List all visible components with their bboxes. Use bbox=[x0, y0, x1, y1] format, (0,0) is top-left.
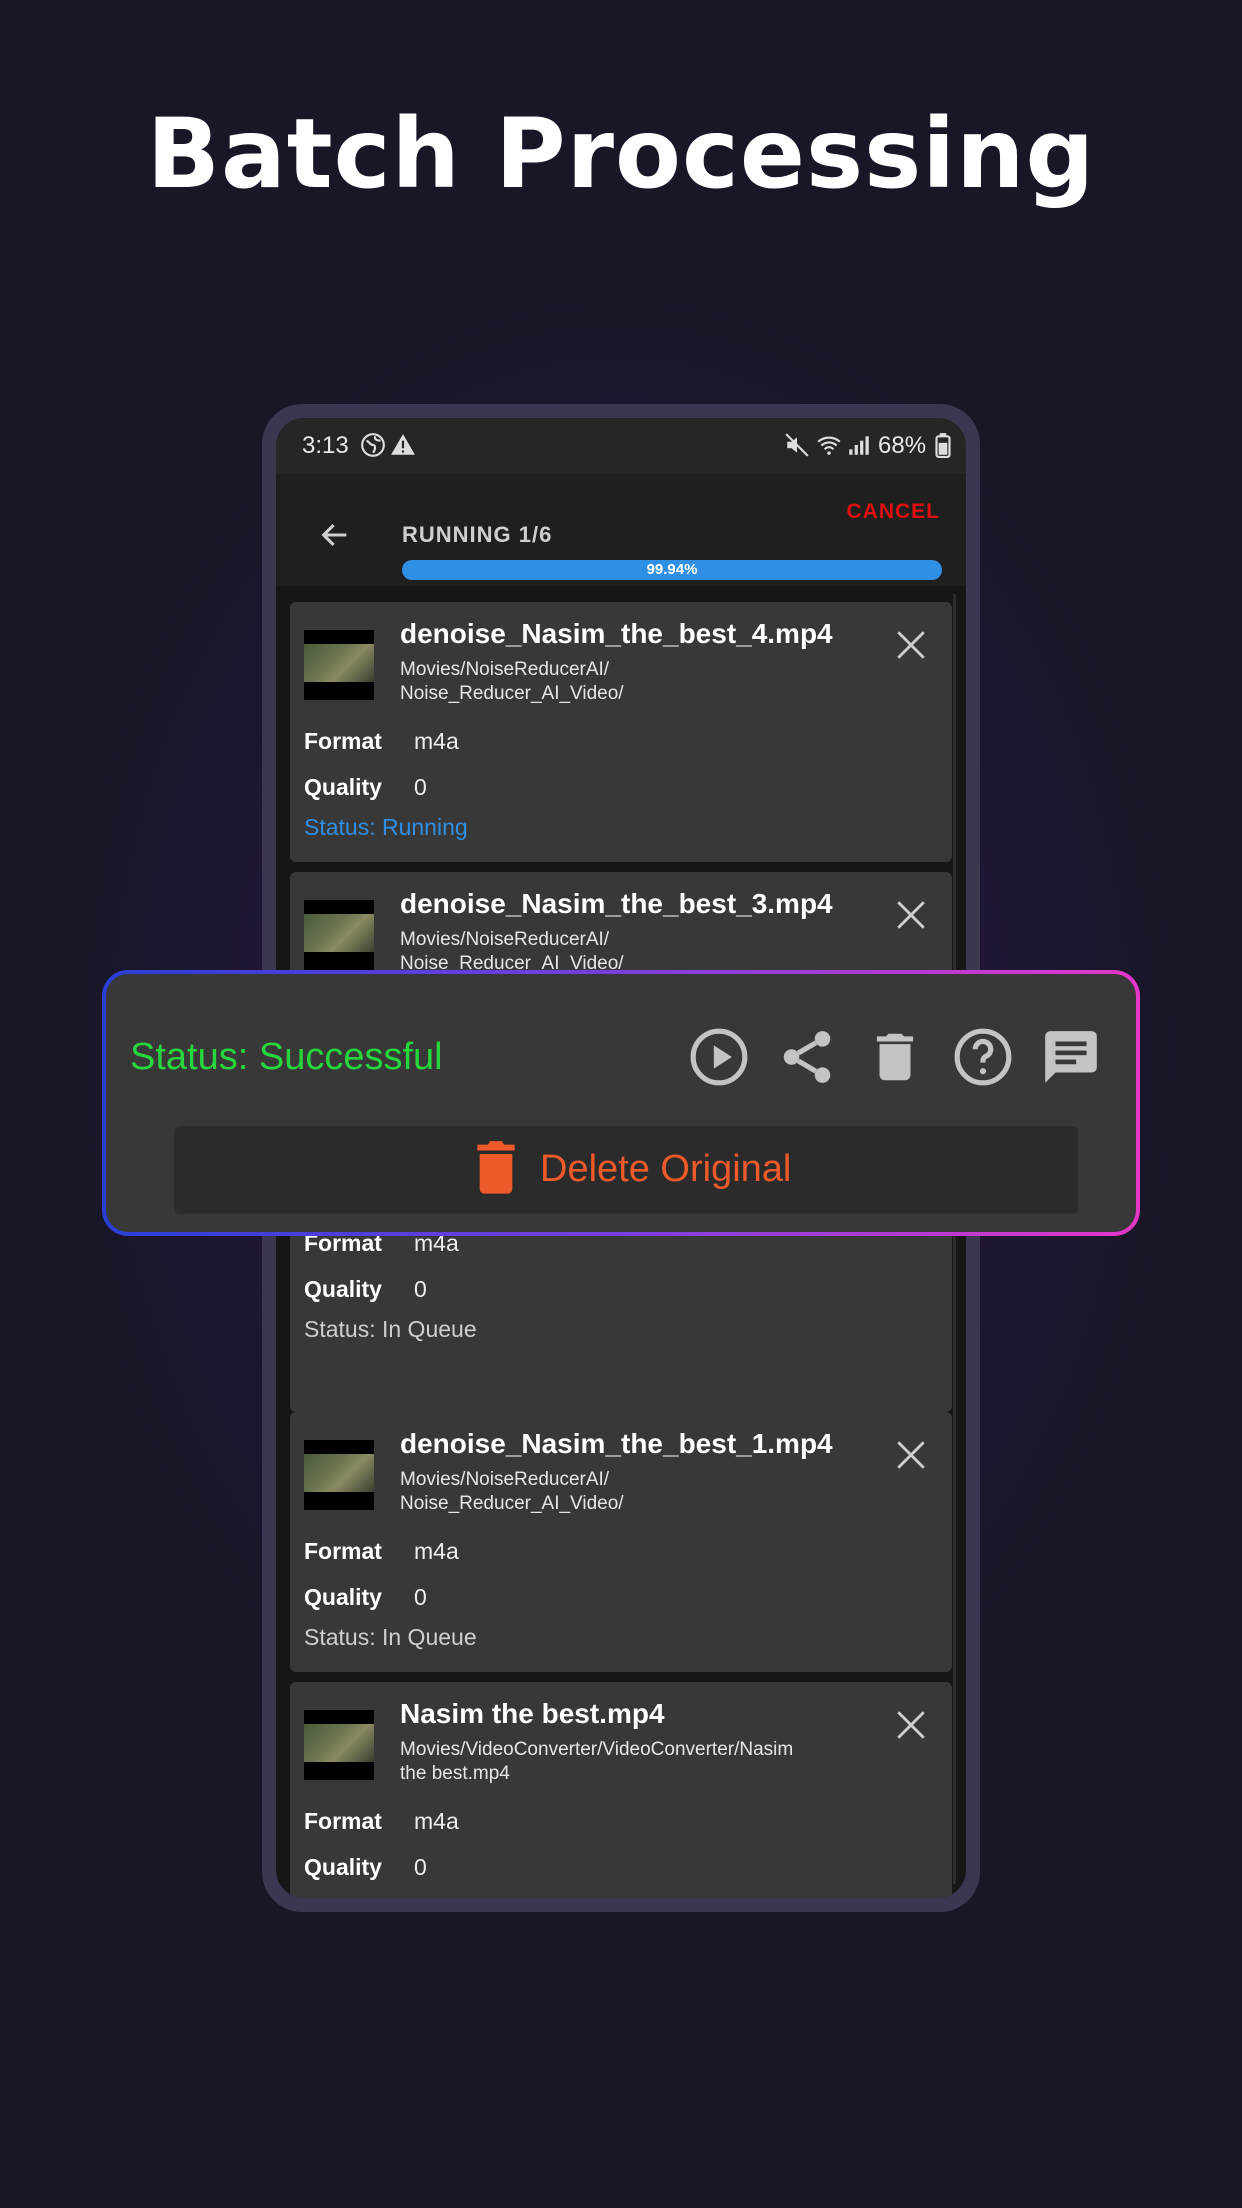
cancel-button[interactable]: CANCEL bbox=[847, 500, 941, 524]
delete-original-button[interactable]: Delete Original bbox=[174, 1126, 1078, 1214]
help-icon[interactable] bbox=[952, 1026, 1014, 1088]
close-icon[interactable] bbox=[894, 1708, 928, 1742]
status-time: 3:13 bbox=[302, 432, 349, 459]
back-arrow-icon[interactable] bbox=[318, 518, 352, 552]
result-panel-body: Status: Successful Delete Original bbox=[106, 974, 1136, 1232]
format-value: m4a bbox=[414, 1538, 459, 1564]
quality-label: Quality bbox=[304, 1854, 382, 1880]
quality-value: 0 bbox=[414, 1854, 427, 1880]
quality-value: 0 bbox=[414, 774, 427, 800]
file-path: Movies/VideoConverter/VideoConverter/Nas… bbox=[400, 1739, 794, 1784]
quality-label: Quality bbox=[304, 1584, 382, 1610]
format-value: m4a bbox=[414, 728, 459, 754]
app-bar: RUNNING 1/6 CANCEL 99.94% bbox=[276, 474, 966, 586]
delete-original-label: Delete Original bbox=[540, 1148, 792, 1190]
result-panel: Status: Successful Delete Original bbox=[102, 970, 1140, 1236]
play-icon[interactable] bbox=[688, 1026, 750, 1088]
page-headline: Batch Processing bbox=[146, 98, 1096, 210]
trash-icon bbox=[477, 1141, 515, 1194]
quality-value: 0 bbox=[414, 1584, 427, 1610]
video-thumbnail bbox=[304, 1440, 374, 1510]
message-icon[interactable] bbox=[1040, 1026, 1102, 1088]
quality-label: Quality bbox=[304, 774, 382, 800]
running-title: RUNNING 1/6 bbox=[402, 522, 553, 547]
close-icon[interactable] bbox=[894, 628, 928, 662]
format-label: Format bbox=[304, 728, 382, 754]
status-text: Status: In Queue bbox=[304, 1624, 477, 1650]
file-path: Movies/NoiseReducerAI/ Noise_Reducer_AI_… bbox=[400, 929, 624, 974]
close-icon[interactable] bbox=[894, 1438, 928, 1472]
wifi-icon bbox=[817, 436, 841, 455]
video-thumbnail bbox=[304, 630, 374, 700]
file-path: Movies/NoiseReducerAI/ Noise_Reducer_AI_… bbox=[400, 1469, 624, 1514]
file-name: denoise_Nasim_the_best_1.mp4 bbox=[400, 1428, 833, 1459]
file-name: denoise_Nasim_the_best_3.mp4 bbox=[400, 888, 833, 919]
progress-text: 99.94% bbox=[646, 561, 698, 578]
list-item: Nasim the best.mp4 Movies/VideoConverter… bbox=[290, 1682, 952, 1898]
file-name: denoise_Nasim_the_best_4.mp4 bbox=[400, 618, 833, 649]
scrollbar[interactable] bbox=[953, 594, 956, 1884]
format-label: Format bbox=[304, 1808, 382, 1834]
batch-progress-bar: 99.94% bbox=[402, 560, 942, 580]
close-icon[interactable] bbox=[894, 898, 928, 932]
format-label: Format bbox=[304, 1538, 382, 1564]
quality-value: 0 bbox=[414, 1276, 427, 1302]
file-name: Nasim the best.mp4 bbox=[400, 1698, 665, 1729]
trash-icon[interactable] bbox=[864, 1026, 926, 1088]
vpn-globe-icon bbox=[361, 433, 385, 457]
format-value: m4a bbox=[414, 1808, 459, 1834]
share-icon[interactable] bbox=[776, 1026, 838, 1088]
quality-label: Quality bbox=[304, 1276, 382, 1302]
battery-percent: 68% bbox=[878, 432, 927, 459]
status-text: Status: Running bbox=[304, 814, 468, 840]
status-bar: 3:13 68% bbox=[276, 418, 966, 474]
mute-icon bbox=[785, 433, 809, 457]
signal-icon bbox=[849, 436, 869, 455]
video-thumbnail bbox=[304, 1710, 374, 1780]
success-status: Status: Successful bbox=[130, 1036, 443, 1078]
battery-icon bbox=[935, 433, 951, 458]
file-path: Movies/NoiseReducerAI/ Noise_Reducer_AI_… bbox=[400, 659, 624, 704]
list-item: denoise_Nasim_the_best_4.mp4 Movies/Nois… bbox=[290, 602, 952, 862]
video-thumbnail bbox=[304, 900, 374, 970]
warning-icon bbox=[391, 434, 415, 455]
list-item: denoise_Nasim_the_best_1.mp4 Movies/Nois… bbox=[290, 1412, 952, 1672]
status-text: Status: In Queue bbox=[304, 1316, 477, 1342]
